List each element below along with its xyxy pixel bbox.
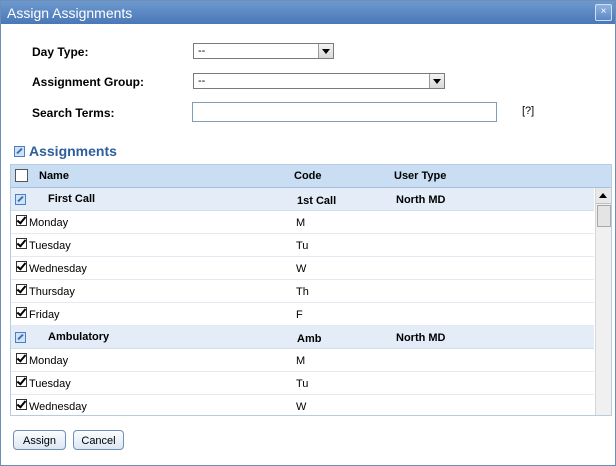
chevron-down-icon[interactable]	[318, 44, 333, 58]
table-row[interactable]: Monday M	[11, 349, 594, 372]
assignment-code: Amb	[297, 333, 322, 345]
assignment-code: Tu	[296, 240, 309, 252]
row-checkbox[interactable]	[16, 215, 27, 226]
search-terms-label: Search Terms:	[32, 106, 115, 120]
search-help-link[interactable]: [?]	[522, 105, 534, 117]
assignment-code: 1st Call	[297, 195, 337, 207]
table-row[interactable]: Wednesday W	[11, 395, 594, 415]
assignment-name: Monday	[29, 217, 69, 229]
row-checkbox[interactable]	[16, 261, 27, 272]
assignment-group-value: --	[198, 75, 206, 87]
close-icon[interactable]: ×	[595, 4, 612, 21]
collapse-icon[interactable]	[14, 146, 25, 157]
row-checkbox[interactable]	[16, 284, 27, 295]
row-checkbox[interactable]	[16, 238, 27, 249]
group-row[interactable]: Ambulatory Amb North MD	[11, 326, 594, 349]
day-type-select[interactable]: --	[193, 43, 334, 59]
grid-header: Name Code User Type	[11, 165, 611, 188]
assignment-name: Thursday	[29, 286, 75, 298]
assignment-code: W	[296, 263, 307, 275]
assignment-code: Tu	[296, 378, 309, 390]
collapse-icon[interactable]	[15, 332, 26, 343]
group-name: First Call	[48, 193, 96, 205]
row-checkbox[interactable]	[16, 376, 27, 387]
assignment-name: Monday	[29, 355, 69, 367]
row-checkbox[interactable]	[16, 307, 27, 318]
table-row[interactable]: Friday F	[11, 303, 594, 326]
table-row[interactable]: Tuesday Tu	[11, 372, 594, 395]
day-type-value: --	[198, 45, 206, 57]
column-header-name[interactable]: Name	[39, 170, 69, 182]
cancel-button[interactable]: Cancel	[73, 430, 124, 450]
search-terms-input[interactable]	[192, 102, 497, 122]
table-row[interactable]: Wednesday W	[11, 257, 594, 280]
collapse-icon[interactable]	[15, 194, 26, 205]
assignment-name: Friday	[29, 309, 60, 321]
assignment-code: F	[296, 309, 303, 321]
assignment-code: M	[296, 217, 306, 229]
row-checkbox[interactable]	[16, 399, 27, 410]
assignment-name: Tuesday	[29, 240, 71, 252]
assignment-name: Wednesday	[29, 401, 87, 413]
table-row[interactable]: Thursday Th	[11, 280, 594, 303]
assignment-name: Wednesday	[29, 263, 87, 275]
assignment-code: W	[296, 401, 307, 413]
user-type: North MD	[396, 194, 446, 206]
assignment-code: Th	[296, 286, 309, 298]
title-bar[interactable]: Assign Assignments ×	[1, 1, 615, 24]
dialog-title: Assign Assignments	[7, 5, 133, 21]
column-header-user-type[interactable]: User Type	[394, 170, 446, 182]
assignment-name: Tuesday	[29, 378, 71, 390]
assignment-code: M	[296, 355, 306, 367]
column-header-code[interactable]: Code	[294, 170, 322, 182]
scroll-up-icon[interactable]	[596, 188, 611, 204]
grid-body: First Call 1st Call North MD Monday M Tuesday…	[11, 188, 594, 415]
chevron-down-icon[interactable]	[429, 74, 444, 88]
assignments-grid: Name Code User Type First Call 1st Call No…	[10, 164, 612, 416]
day-type-label: Day Type:	[32, 45, 89, 59]
table-row[interactable]: Tuesday Tu	[11, 234, 594, 257]
assignment-group-label: Assignment Group:	[32, 75, 145, 89]
scrollbar-thumb[interactable]	[597, 205, 611, 227]
select-all-checkbox[interactable]	[15, 169, 28, 182]
group-row[interactable]: First Call 1st Call North MD	[11, 188, 594, 211]
vertical-scrollbar[interactable]	[595, 188, 611, 415]
table-row[interactable]: Monday M	[11, 211, 594, 234]
group-name: Ambulatory	[48, 331, 110, 343]
assign-assignments-dialog: Assign Assignments × Day Type: -- Assign…	[0, 0, 616, 466]
section-title-assignments: Assignments	[29, 143, 117, 159]
row-checkbox[interactable]	[16, 353, 27, 364]
assign-button[interactable]: Assign	[13, 430, 66, 450]
assignment-group-select[interactable]: --	[193, 73, 445, 89]
user-type: North MD	[396, 332, 446, 344]
